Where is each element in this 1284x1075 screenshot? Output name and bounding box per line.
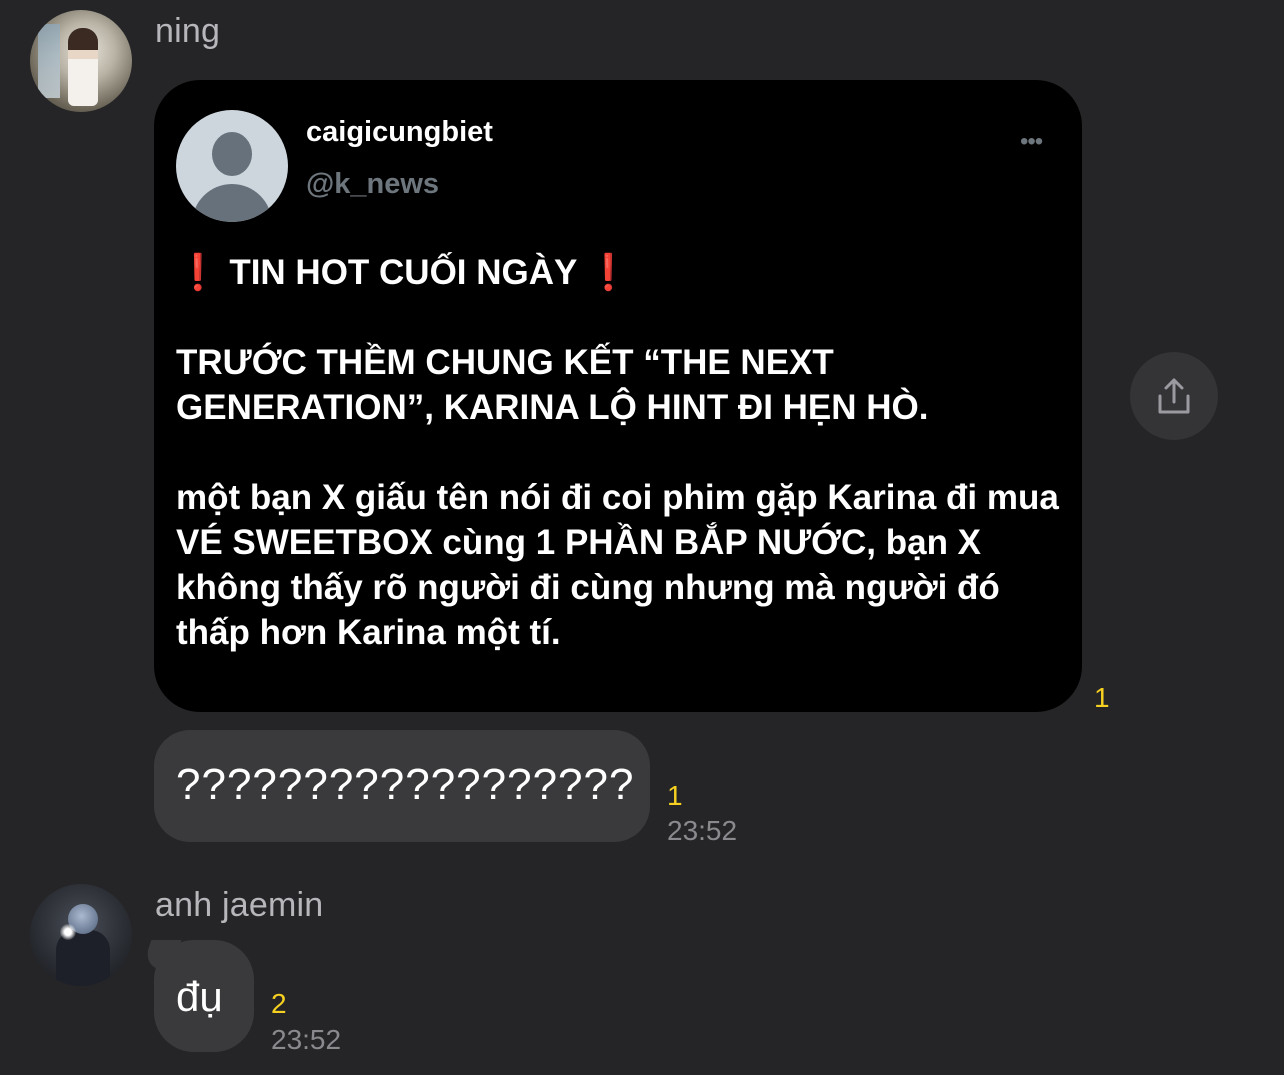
avatar[interactable] (30, 884, 132, 986)
exclamation-icon: ❗ (586, 253, 631, 292)
sender-name: ning (155, 12, 221, 50)
unread-count: 1 (667, 780, 683, 811)
post-paragraph: một bạn X giấu tên nói đi coi phim gặp K… (176, 478, 1059, 652)
avatar[interactable] (30, 10, 132, 112)
more-options-icon: ••• (1020, 128, 1043, 155)
message-time: 23:52 (667, 815, 738, 846)
post-avatar (176, 110, 288, 222)
post-headline: ❗ TIN HOT CUỐI NGÀY ❗ (176, 253, 631, 292)
unread-count: 2 (271, 988, 287, 1019)
post-paragraph: TRƯỚC THỀM CHUNG KẾT “THE NEXT GENERATIO… (176, 343, 929, 427)
share-icon (1158, 378, 1190, 414)
message-time: 23:52 (271, 1024, 342, 1055)
message-text: đụ (176, 973, 223, 1020)
chat-view: ning caigicungbiet @k_news ••• ❗ TIN HOT… (0, 0, 1284, 1075)
post-display-name: caigicungbiet (306, 116, 493, 148)
message-bubble[interactable]: ?????????????????? (154, 730, 650, 842)
message-bubble[interactable]: đụ (154, 940, 254, 1052)
post-handle: @k_news (306, 168, 440, 200)
post-body: ❗ TIN HOT CUỐI NGÀY ❗ TRƯỚC THỀM CHUNG K… (176, 250, 1076, 655)
unread-count: 1 (1094, 682, 1110, 713)
message-text: ?????????????????? (176, 760, 635, 809)
exclamation-icon: ❗ (176, 253, 220, 292)
share-button[interactable] (1130, 352, 1218, 440)
shared-post-image[interactable]: caigicungbiet @k_news ••• ❗ TIN HOT CUỐI… (154, 80, 1082, 712)
sender-name: anh jaemin (155, 886, 324, 924)
